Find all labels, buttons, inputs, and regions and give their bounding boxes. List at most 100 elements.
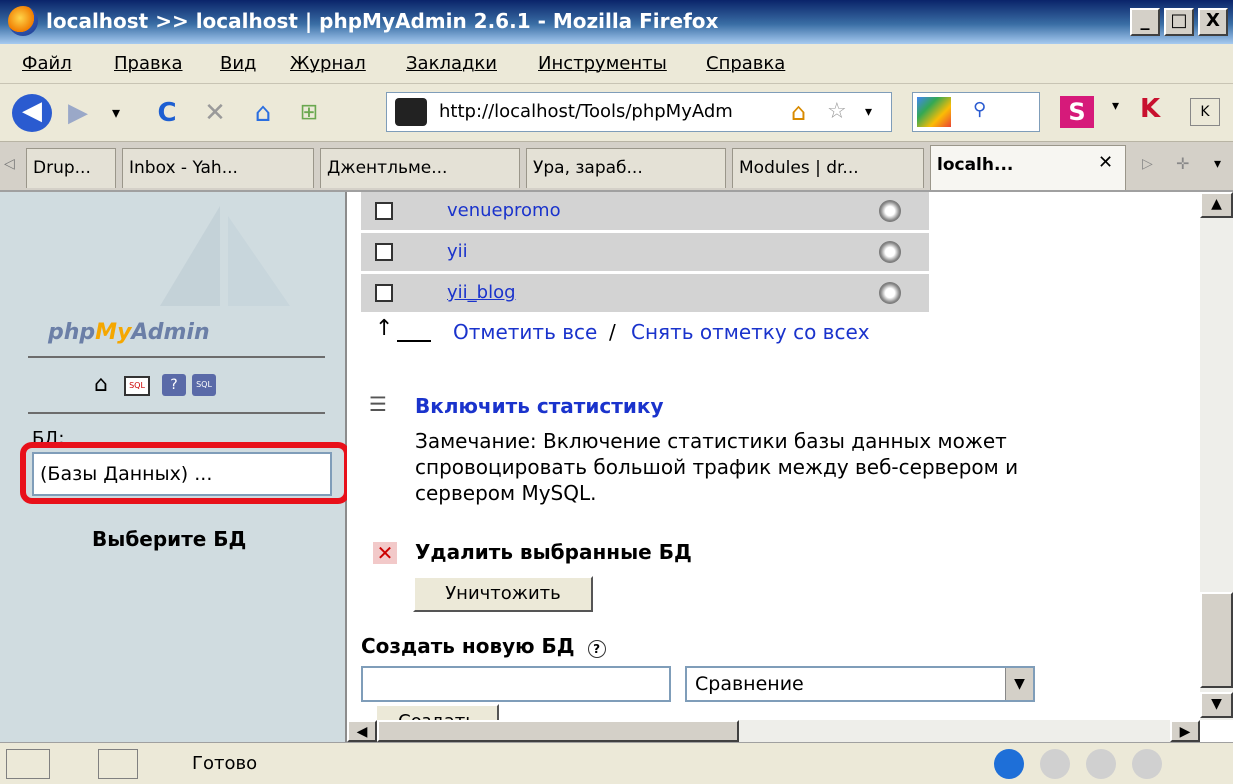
url-text: http://localhost/Tools/phpMyAdm: [439, 101, 733, 122]
home-star-icon[interactable]: ⌂: [791, 93, 806, 131]
privileges-icon[interactable]: [879, 241, 901, 263]
status-tool-icon[interactable]: [1132, 749, 1162, 779]
home-icon[interactable]: ⌂: [94, 372, 108, 397]
scrollbar-thumb[interactable]: [1200, 592, 1233, 688]
create-db-title: Создать новую БД ?: [361, 634, 606, 658]
s-dropdown-icon[interactable]: ▾: [1112, 98, 1119, 114]
help-icon[interactable]: ?: [162, 374, 186, 396]
navigation-toolbar: ◀ ▶ ▾ C ✕ ⌂ ⊞ http://localhost/Tools/php…: [0, 84, 1233, 142]
sailboat-logo-icon: [160, 206, 290, 306]
menu-history[interactable]: Журнал: [290, 53, 366, 74]
phpmyadmin-main: venuepromo yii yii_blog ↑ Отметить все /…: [347, 192, 1200, 742]
tab-scroll-right-icon[interactable]: ▷: [1142, 156, 1153, 172]
search-icon[interactable]: ⚲: [973, 99, 986, 120]
scroll-down-icon[interactable]: ▼: [1200, 692, 1233, 718]
scroll-up-icon[interactable]: ▲: [1200, 192, 1233, 218]
close-button[interactable]: X: [1198, 8, 1228, 36]
status-panel-icon[interactable]: [98, 749, 138, 779]
privileges-icon[interactable]: [879, 200, 901, 222]
menu-bookmarks[interactable]: Закладки: [406, 53, 497, 74]
database-checkbox[interactable]: [375, 202, 393, 220]
tab-yahoo-inbox[interactable]: Inbox - Yah...: [122, 148, 314, 188]
back-button[interactable]: ◀: [12, 94, 52, 132]
database-row: yii: [361, 233, 929, 273]
history-dropdown-icon[interactable]: ▾: [104, 96, 128, 130]
new-tab-plus-icon[interactable]: ✛: [1176, 154, 1189, 173]
statistics-note: Замечание: Включение статистики базы дан…: [415, 428, 1115, 506]
tab-list-icon[interactable]: ▾: [1214, 156, 1221, 172]
home-icon[interactable]: ⌂: [246, 96, 280, 130]
status-bubble-icon[interactable]: [994, 749, 1024, 779]
note-line: спровоцировать большой трафик между веб-…: [415, 455, 1019, 479]
database-checkbox[interactable]: [375, 284, 393, 302]
k-toolbar-icon[interactable]: K: [1190, 98, 1220, 126]
database-checkbox[interactable]: [375, 243, 393, 261]
status-tool-icon[interactable]: [1086, 749, 1116, 779]
privileges-icon[interactable]: [879, 282, 901, 304]
check-all-link[interactable]: Отметить все: [453, 320, 597, 344]
vertical-scrollbar[interactable]: ▲ ▼: [1200, 192, 1233, 720]
s-toolbar-icon[interactable]: S: [1060, 96, 1094, 128]
reload-icon[interactable]: C: [150, 96, 184, 130]
help-icon[interactable]: ?: [587, 640, 606, 658]
database-link[interactable]: yii_blog: [447, 282, 516, 303]
tab-ura[interactable]: Ура, зараб...: [526, 148, 726, 188]
tab-gentlemen[interactable]: Джентльме...: [320, 148, 520, 188]
status-icon[interactable]: [6, 749, 50, 779]
collation-select[interactable]: Сравнение ▼: [685, 666, 1035, 702]
search-box[interactable]: ⚲: [912, 92, 1040, 132]
collation-value: Сравнение: [695, 673, 804, 695]
menu-edit[interactable]: Правка: [114, 53, 183, 74]
forward-button[interactable]: ▶: [58, 96, 98, 130]
status-bar: Готово: [0, 742, 1233, 784]
status-text: Готово: [192, 753, 258, 774]
url-dropdown-icon[interactable]: ▾: [865, 93, 872, 131]
window-title-bar[interactable]: localhost >> localhost | phpMyAdmin 2.6.…: [0, 0, 1233, 44]
divider: [28, 412, 325, 414]
enable-statistics-link[interactable]: Включить статистику: [415, 394, 663, 418]
new-tab-icon[interactable]: ⊞: [292, 96, 326, 130]
scroll-right-icon[interactable]: ▶: [1170, 720, 1200, 742]
tab-localhost[interactable]: localh...: [930, 145, 1126, 190]
google-icon[interactable]: [917, 97, 951, 127]
sql-docs-icon[interactable]: SQL: [192, 374, 216, 396]
scroll-left-icon[interactable]: ◀: [347, 720, 377, 742]
tab-drupal[interactable]: Drup...: [26, 148, 116, 188]
window-title: localhost >> localhost | phpMyAdmin 2.6.…: [46, 9, 719, 33]
database-row: venuepromo: [361, 192, 929, 232]
url-bar[interactable]: http://localhost/Tools/phpMyAdm ⌂ ☆ ▾: [386, 92, 892, 132]
logo-php-text: php: [48, 320, 96, 345]
maximize-button[interactable]: □: [1164, 8, 1194, 36]
delete-icon: ✕: [373, 542, 397, 564]
divider: [28, 356, 325, 358]
choose-db-label: Выберите БД: [92, 527, 247, 551]
tab-modules-drupal[interactable]: Modules | dr...: [732, 148, 924, 188]
arrow-line: [397, 340, 431, 342]
stop-icon[interactable]: ✕: [198, 96, 232, 130]
database-link[interactable]: venuepromo: [447, 200, 561, 221]
bookmark-star-icon[interactable]: ☆: [827, 93, 847, 131]
uncheck-all-link[interactable]: Снять отметку со всех: [631, 320, 870, 344]
horizontal-scrollbar[interactable]: ◀ ▶: [347, 720, 1200, 742]
menu-help[interactable]: Справка: [706, 53, 785, 74]
menu-view[interactable]: Вид: [220, 53, 257, 74]
scrollbar-thumb[interactable]: [377, 720, 739, 742]
logo-my-text: My: [95, 320, 132, 345]
kaspersky-icon[interactable]: K: [1140, 94, 1160, 124]
tab-close-icon[interactable]: ✕: [1098, 152, 1113, 173]
drop-button[interactable]: Уничтожить: [413, 576, 593, 612]
sql-query-icon[interactable]: SQL: [124, 376, 150, 396]
new-db-name-input[interactable]: [361, 666, 671, 702]
statistics-icon: ☰: [369, 392, 387, 416]
tab-scroll-left-icon[interactable]: ◁: [4, 156, 15, 172]
menu-tools[interactable]: Инструменты: [538, 53, 667, 74]
status-tool-icon[interactable]: [1040, 749, 1070, 779]
menu-file[interactable]: Файл: [22, 53, 72, 74]
database-link[interactable]: yii: [447, 241, 468, 262]
tab-bar: ◁ Drup... Inbox - Yah... Джентльме... Ур…: [0, 142, 1233, 192]
chevron-down-icon[interactable]: ▼: [1005, 668, 1033, 700]
phpmyadmin-logo: phpMyAdmin: [48, 320, 210, 345]
minimize-button[interactable]: _: [1130, 8, 1160, 36]
arrow-up-icon: ↑: [375, 316, 394, 341]
database-row: yii_blog: [361, 274, 929, 314]
